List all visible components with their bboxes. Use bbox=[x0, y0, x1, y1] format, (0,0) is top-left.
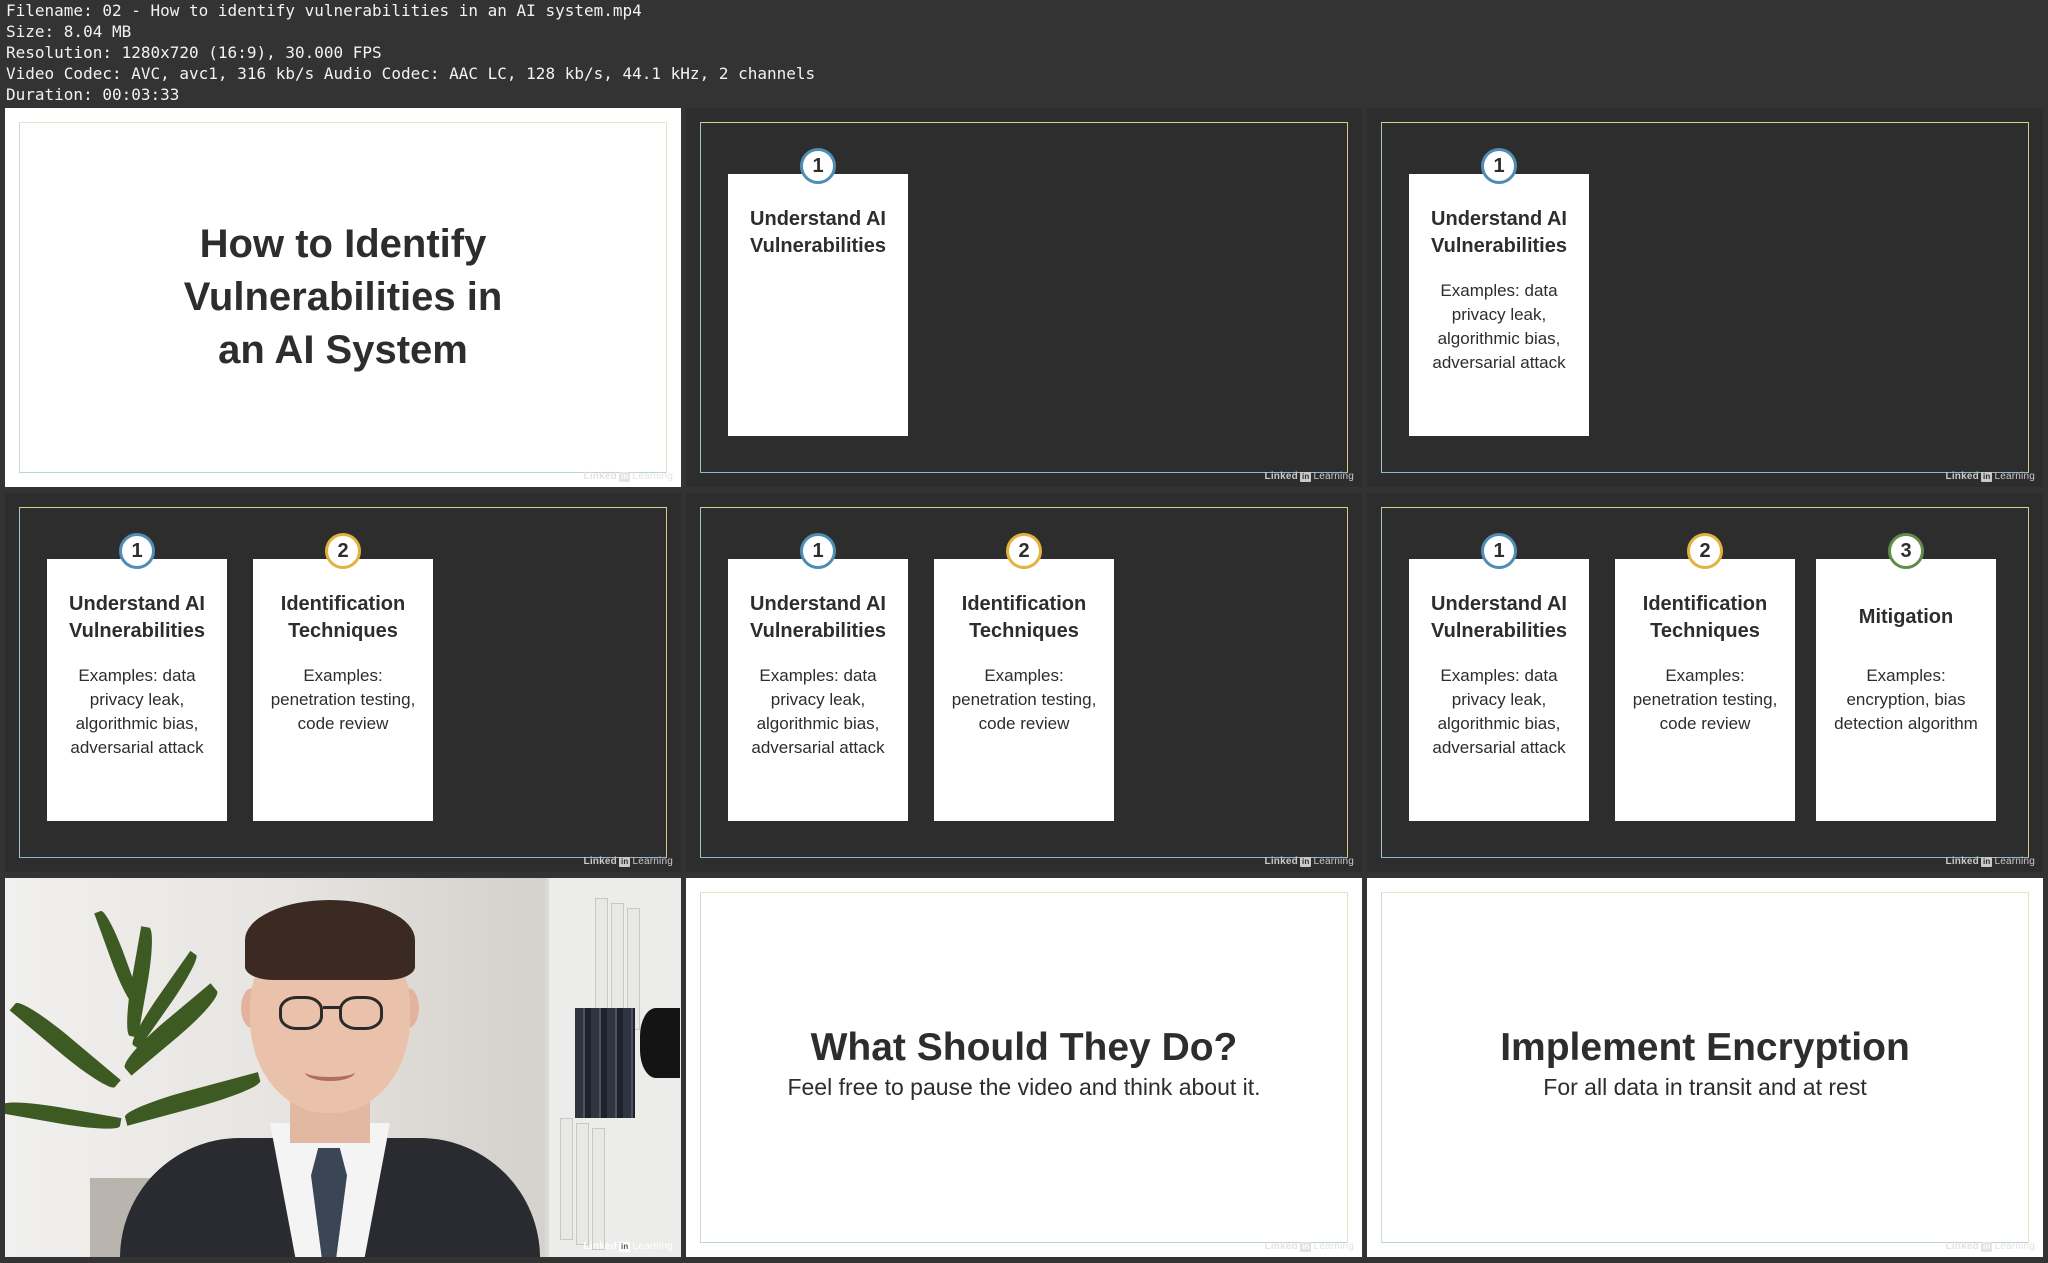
thumbnail-card-1-full[interactable]: 1 Understand AI Vulnerabilities Examples:… bbox=[1367, 108, 2043, 487]
card-identification-techniques: 2 Identification Techniques Examples: pene… bbox=[1615, 533, 1795, 821]
thumbnail-implement-encryption[interactable]: Implement Encryption For all data in tra… bbox=[1367, 878, 2043, 1257]
card-title: Identification Techniques bbox=[1642, 593, 1768, 642]
linkedin-learning-logo: Linked in Learning bbox=[1945, 856, 2035, 867]
card-understand-vulnerabilities: 1 Understand AI Vulnerabilities bbox=[728, 148, 908, 436]
binder bbox=[576, 1123, 589, 1245]
card-title: Identification Techniques bbox=[280, 593, 406, 642]
card-description: Examples: data privacy leak, algorithmic b… bbox=[1432, 281, 1566, 372]
title-line-3: an AI System bbox=[218, 328, 468, 372]
step-number-badge: 1 bbox=[1481, 533, 1517, 569]
linkedin-learning-logo: Linked in Learning bbox=[583, 471, 673, 482]
slide-title: How to Identify Vulnerabilities in an AI… bbox=[5, 218, 681, 377]
card-identification-techniques: 2 Identification Techniques Examples: pene… bbox=[934, 533, 1114, 821]
card-title: Mitigation bbox=[1858, 606, 1954, 628]
card-title: Understand AI Vulnerabilities bbox=[750, 593, 886, 642]
meta-codec: Video Codec: AVC, avc1, 316 kb/s Audio C… bbox=[6, 64, 816, 83]
step-number-badge: 2 bbox=[325, 533, 361, 569]
card-description: Examples: data privacy leak, algorithmic b… bbox=[70, 666, 204, 757]
glasses-bridge bbox=[323, 1006, 341, 1009]
card-description: Examples: data privacy leak, algorithmic b… bbox=[1432, 666, 1566, 757]
thumbnail-cards-1-2-3[interactable]: 1 Understand AI Vulnerabilities Examples:… bbox=[1367, 493, 2043, 872]
binder bbox=[595, 898, 608, 1020]
binder bbox=[560, 1118, 573, 1240]
slide-title: Implement Encryption bbox=[1500, 1026, 1910, 1069]
slide-subtitle: Feel free to pause the video and think a… bbox=[787, 1074, 1261, 1100]
card-description: Examples: penetration testing, code review bbox=[951, 666, 1097, 733]
card-description: Examples: encryption, bias detection algor… bbox=[1834, 666, 1978, 733]
linkedin-learning-logo: Linked in Learning bbox=[583, 1241, 673, 1252]
binder bbox=[592, 1128, 605, 1250]
step-number-badge: 2 bbox=[1687, 533, 1723, 569]
meta-resolution: Resolution: 1280x720 (16:9), 30.000 FPS bbox=[6, 43, 382, 62]
card-identification-techniques: 2 Identification Techniques Examples: pene… bbox=[253, 533, 433, 821]
linkedin-learning-logo: Linked in Learning bbox=[1264, 1241, 1354, 1252]
step-number-badge: 3 bbox=[1888, 533, 1924, 569]
thumbnail-card-1-title[interactable]: 1 Understand AI Vulnerabilities Linked in L… bbox=[686, 108, 1362, 487]
card-title: Understand AI Vulnerabilities bbox=[1431, 593, 1567, 642]
card-understand-vulnerabilities: 1 Understand AI Vulnerabilities Examples:… bbox=[1409, 533, 1589, 821]
card-description: Examples: penetration testing, code review bbox=[270, 666, 416, 733]
step-number-badge: 1 bbox=[800, 533, 836, 569]
meta-duration: Duration: 00:03:33 bbox=[6, 85, 180, 104]
card-understand-vulnerabilities: 1 Understand AI Vulnerabilities Examples:… bbox=[1409, 148, 1589, 436]
thumbnail-grid: How to Identify Vulnerabilities in an AI… bbox=[5, 108, 2043, 1258]
card-description: Examples: penetration testing, code review bbox=[1632, 666, 1778, 733]
slide-subtitle: For all data in transit and at rest bbox=[1543, 1074, 1867, 1100]
card-title: Understand AI Vulnerabilities bbox=[69, 593, 205, 642]
linkedin-learning-logo: Linked in Learning bbox=[1264, 471, 1354, 482]
headphones-on-stand bbox=[640, 1008, 680, 1078]
meta-filename: Filename: 02 - How to identify vulnerabi… bbox=[6, 1, 642, 20]
linkedin-learning-logo: Linked in Learning bbox=[583, 856, 673, 867]
thumbnail-title-slide[interactable]: How to Identify Vulnerabilities in an AI… bbox=[5, 108, 681, 487]
glasses-lens bbox=[279, 996, 323, 1030]
card-title: Understand AI Vulnerabilities bbox=[750, 208, 886, 257]
card-understand-vulnerabilities: 1 Understand AI Vulnerabilities Examples:… bbox=[47, 533, 227, 821]
thumbnail-presenter-video[interactable]: Linked in Learning bbox=[5, 878, 681, 1257]
title-line-2: Vulnerabilities in bbox=[183, 275, 503, 319]
thumbnail-what-should-they-do[interactable]: What Should They Do? Feel free to pause … bbox=[686, 878, 1362, 1257]
step-number-badge: 1 bbox=[800, 148, 836, 184]
card-description: Examples: data privacy leak, algorithmic b… bbox=[751, 666, 885, 757]
step-number-badge: 2 bbox=[1006, 533, 1042, 569]
title-line-1: How to Identify bbox=[199, 222, 487, 266]
presenter-hair bbox=[245, 900, 415, 980]
step-number-badge: 1 bbox=[119, 533, 155, 569]
linkedin-learning-logo: Linked in Learning bbox=[1264, 856, 1354, 867]
card-understand-vulnerabilities: 1 Understand AI Vulnerabilities Examples:… bbox=[728, 533, 908, 821]
presenter-mouth bbox=[305, 1063, 355, 1081]
step-number-badge: 1 bbox=[1481, 148, 1517, 184]
thumbnail-cards-1-2[interactable]: 1 Understand AI Vulnerabilities Examples:… bbox=[5, 493, 681, 872]
card-title: Identification Techniques bbox=[961, 593, 1087, 642]
thumbnail-cards-1-2-b[interactable]: 1 Understand AI Vulnerabilities Examples:… bbox=[686, 493, 1362, 872]
card-mitigation: 3 Mitigation Examples: encryption, bias de… bbox=[1816, 533, 1996, 821]
linkedin-learning-logo: Linked in Learning bbox=[1945, 471, 2035, 482]
linkedin-learning-logo: Linked in Learning bbox=[1945, 1241, 2035, 1252]
glasses-lens bbox=[339, 996, 383, 1030]
slide-title: What Should They Do? bbox=[810, 1026, 1238, 1069]
binder bbox=[611, 903, 624, 1025]
books bbox=[575, 1008, 635, 1118]
meta-size: Size: 8.04 MB bbox=[6, 22, 132, 41]
card-title: Understand AI Vulnerabilities bbox=[1431, 208, 1567, 257]
file-metadata: Filename: 02 - How to identify vulnerabi… bbox=[6, 0, 815, 105]
